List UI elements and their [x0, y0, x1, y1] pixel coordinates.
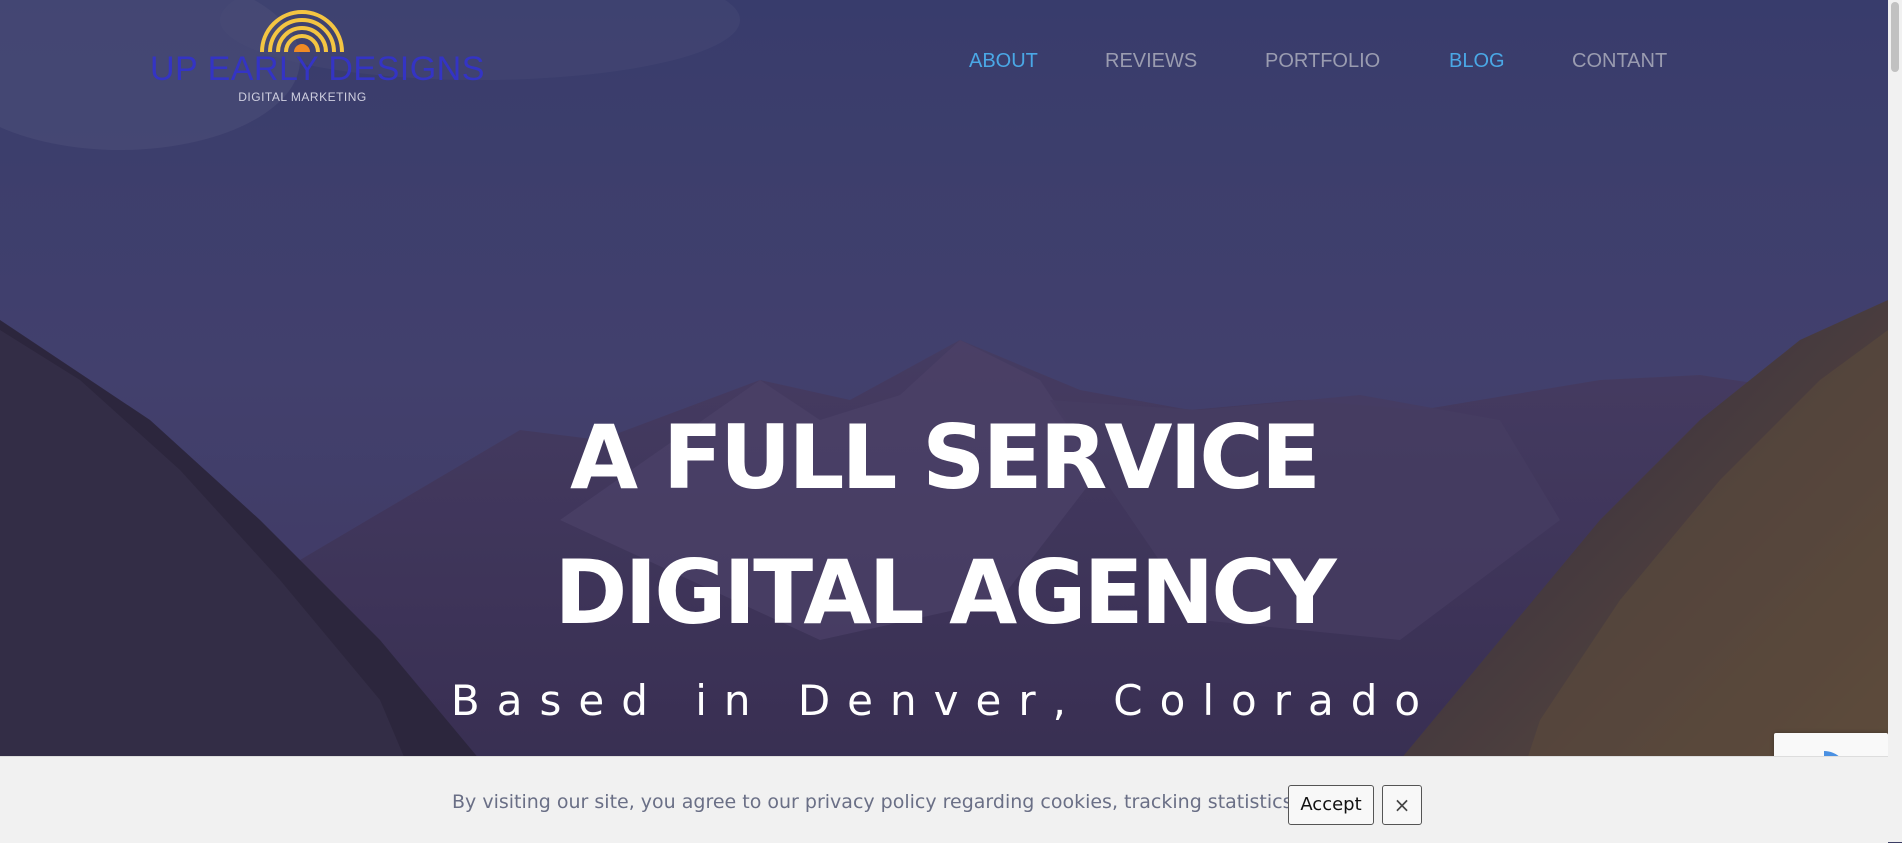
cookie-banner: By visiting our site, you agree to our p… [0, 756, 1888, 843]
sunrise-logo-icon [260, 10, 344, 53]
hero-headline-line1: A FULL SERVICE [570, 406, 1321, 509]
scrollbar-thumb[interactable] [1891, 2, 1899, 72]
main-nav: ABOUT REVIEWS PORTFOLIO BLOG CONTANT [0, 50, 1888, 80]
hero-tagline: Based in Denver, Colorado [450, 676, 1438, 725]
nav-portfolio[interactable]: PORTFOLIO [1265, 50, 1380, 73]
nav-blog[interactable]: BLOG [1449, 50, 1505, 73]
hero-headline-line2: DIGITAL AGENCY [554, 541, 1336, 644]
cookie-notice-text: By visiting our site, you agree to our p… [452, 791, 1341, 813]
nav-about[interactable]: ABOUT [969, 50, 1038, 73]
close-cookie-banner-button[interactable]: × [1382, 785, 1422, 825]
accept-cookies-button[interactable]: Accept [1288, 785, 1374, 825]
page-scrollbar[interactable] [1888, 0, 1902, 842]
nav-reviews[interactable]: REVIEWS [1105, 50, 1197, 73]
hero-section: UP EARLY DESIGNS DIGITAL MARKETING ABOUT… [0, 0, 1888, 842]
logo-subtitle: DIGITAL MARKETING [238, 90, 367, 104]
nav-contant[interactable]: CONTANT [1572, 50, 1667, 73]
